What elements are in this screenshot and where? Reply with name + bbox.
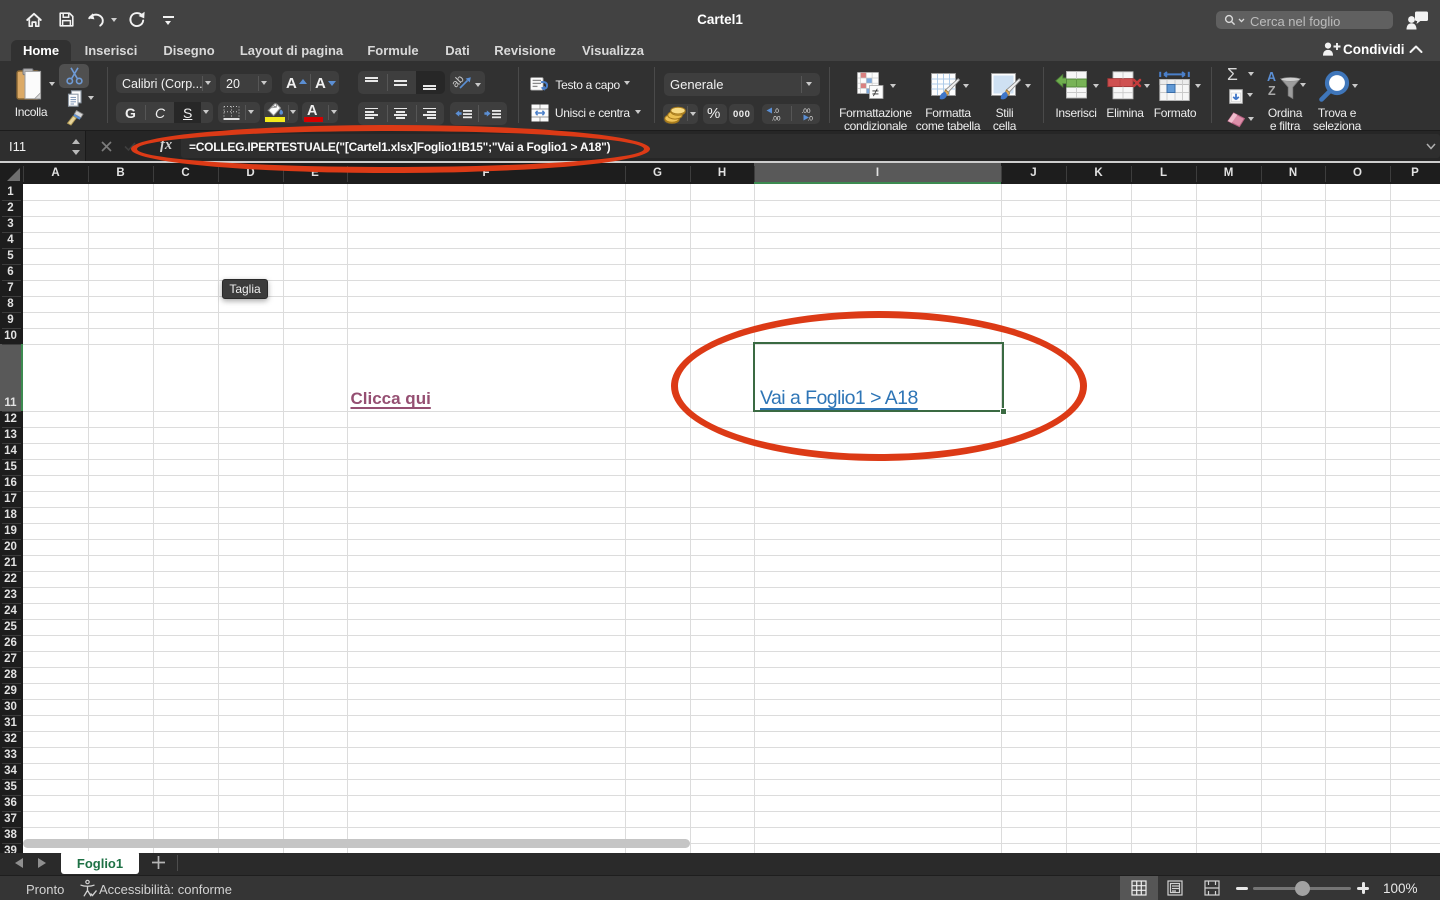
svg-text:.00: .00 (802, 108, 811, 115)
svg-text:.00: .00 (772, 116, 781, 123)
svg-text:.0: .0 (808, 116, 814, 123)
svg-text:≠: ≠ (872, 86, 879, 100)
svg-text:.0: .0 (774, 108, 780, 115)
